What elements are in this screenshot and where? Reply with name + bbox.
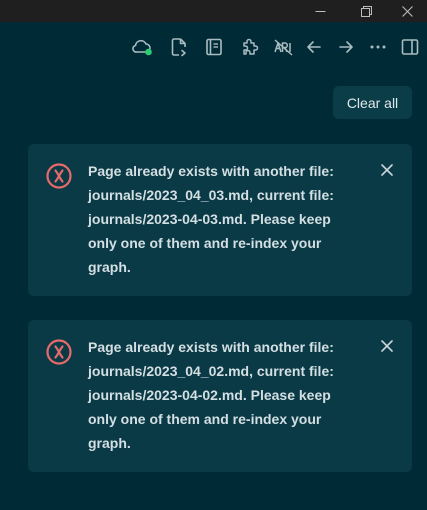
restore-icon	[360, 5, 372, 17]
restore-button[interactable]	[343, 0, 389, 22]
close-window-button[interactable]	[387, 0, 427, 22]
close-icon	[381, 340, 393, 352]
close-icon	[401, 5, 413, 17]
message-line: only one of them and re-index your	[88, 411, 322, 427]
notification-card: Page already exists with another file: j…	[28, 320, 412, 472]
message-line: journals/2023-04-02.md. Please keep	[88, 387, 331, 403]
minimize-button[interactable]	[297, 0, 343, 22]
text-to-speech-button[interactable]	[272, 36, 294, 58]
message-line: journals/2023-04-03.md. Please keep	[88, 211, 331, 227]
message-line: journals/2023_04_03.md, current file:	[88, 187, 334, 203]
notification-message: Page already exists with another file: j…	[88, 335, 358, 455]
arrow-right-icon	[339, 41, 353, 53]
minimize-icon	[315, 10, 325, 12]
back-button[interactable]	[303, 36, 325, 58]
cloud-sync-button[interactable]	[131, 36, 153, 58]
message-line: graph.	[88, 435, 131, 451]
file-sync-icon	[171, 38, 186, 57]
plugins-button[interactable]	[239, 36, 261, 58]
plugins-icon	[243, 38, 259, 55]
message-line: only one of them and re-index your	[88, 235, 322, 251]
app-window: Clear all Page already exists with anoth…	[0, 0, 427, 510]
forward-button[interactable]	[335, 36, 357, 58]
cloud-sync-icon	[132, 39, 152, 56]
close-icon	[381, 164, 393, 176]
message-line: graph.	[88, 259, 131, 275]
dismiss-notification-button[interactable]	[378, 337, 396, 355]
sidebar-toggle-button[interactable]	[399, 36, 421, 58]
title-bar	[0, 0, 427, 22]
journal-icon	[206, 38, 222, 56]
arrow-left-icon	[307, 41, 321, 53]
notification-message: Page already exists with another file: j…	[88, 159, 358, 279]
file-sync-button[interactable]	[168, 36, 190, 58]
journals-button[interactable]	[203, 36, 225, 58]
error-icon	[45, 162, 73, 190]
message-line: journals/2023_04_02.md, current file:	[88, 363, 334, 379]
message-line: Page already exists with another file:	[88, 339, 334, 355]
notification-card: Page already exists with another file: j…	[28, 144, 412, 296]
error-icon	[45, 338, 73, 366]
header-toolbar	[0, 22, 427, 72]
dismiss-notification-button[interactable]	[378, 161, 396, 179]
tts-off-icon	[274, 39, 293, 56]
message-line: Page already exists with another file:	[88, 163, 334, 179]
clear-all-button[interactable]: Clear all	[333, 86, 412, 119]
more-button[interactable]	[367, 36, 389, 58]
more-icon	[370, 45, 386, 49]
sidebar-toggle-icon	[401, 39, 419, 55]
